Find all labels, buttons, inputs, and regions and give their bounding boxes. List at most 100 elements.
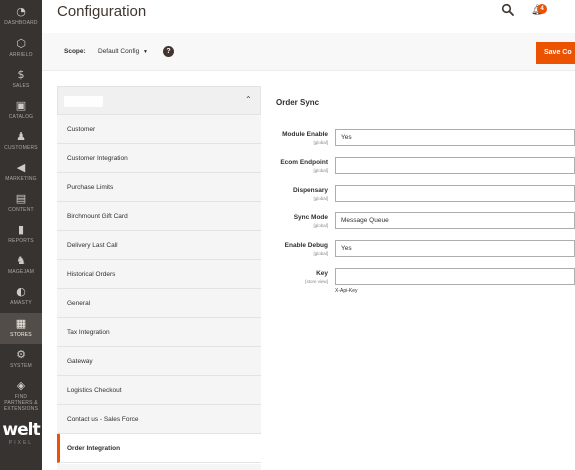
module-enable-select[interactable]: Yes — [335, 129, 575, 146]
tab-customer[interactable]: Customer — [57, 115, 261, 144]
tab-label: Delivery Last Call — [67, 242, 118, 249]
nav-label: MAGEJAM — [7, 269, 35, 275]
caret-down-icon[interactable]: ▼ — [143, 49, 148, 55]
nav-item-reports[interactable]: ▮ REPORTS — [0, 224, 42, 250]
tab-gateway[interactable]: Gateway — [57, 347, 261, 376]
tab-delivery-last-call[interactable]: Delivery Last Call — [57, 231, 261, 260]
tab-label: Customer — [67, 126, 96, 133]
tab-label: Historical Orders — [67, 271, 116, 278]
save-config-button[interactable]: Save Co — [536, 42, 575, 64]
dispensary-input[interactable] — [335, 185, 575, 202]
key-field-note: X-Api-Key — [335, 288, 358, 294]
nav-label: DASHBOARD — [4, 20, 38, 26]
field-row-module-enable: Module Enable [global] Yes — [262, 129, 575, 151]
field-scope: [global] — [313, 168, 328, 173]
sync-mode-select[interactable]: Message Queue — [335, 212, 575, 229]
nav-label: FIND PARTNERS & EXTENSIONS — [3, 394, 39, 412]
notification-count-badge: 4 — [537, 4, 547, 14]
tab-order-integration[interactable]: Order Integration — [57, 434, 261, 463]
nav-label: STORES — [10, 332, 32, 338]
nav-label: AMASTY — [10, 300, 32, 306]
nav-item-dashboard[interactable]: ◔ DASHBOARD — [0, 6, 42, 32]
megaphone-icon: ◀ — [16, 161, 26, 174]
key-input[interactable] — [335, 268, 575, 285]
cube-icon: ▣ — [15, 99, 27, 112]
tab-logistics-checkout[interactable]: Logistics Checkout — [57, 376, 261, 405]
tab-label: General — [67, 300, 91, 307]
tab-label: Birchmount Gift Card — [67, 213, 128, 220]
nav-label: CONTENT — [8, 207, 34, 213]
field-label: Key — [316, 270, 328, 277]
field-row-sync-mode: Sync Mode [global] Message Queue — [262, 212, 575, 234]
field-row-dispensary: Dispensary [global] — [262, 185, 575, 207]
tab-historical-orders[interactable]: Historical Orders — [57, 260, 261, 289]
search-icon[interactable] — [501, 3, 515, 17]
tab-customer-integration[interactable]: Customer Integration — [57, 144, 261, 173]
nav-item-amasty[interactable]: ◐ AMASTY — [0, 286, 42, 312]
field-row-enable-debug: Enable Debug [global] Yes — [262, 240, 575, 262]
layout-icon: ▤ — [15, 192, 27, 205]
enable-debug-select[interactable]: Yes — [335, 240, 575, 257]
chevron-up-icon: ⌃ — [245, 95, 252, 104]
dashboard-icon: ◔ — [16, 5, 26, 18]
nav-item-content[interactable]: ▤ CONTENT — [0, 193, 42, 219]
bar-chart-icon: ▮ — [17, 223, 25, 236]
nav-item-stores[interactable]: ▦ STORES — [0, 313, 42, 344]
ecom-endpoint-input[interactable] — [335, 157, 575, 174]
tab-label: Contact us - Sales Force — [67, 416, 139, 423]
nav-item-find-partners[interactable]: ◈ FIND PARTNERS & EXTENSIONS — [0, 379, 42, 413]
field-label: Ecom Endpoint — [280, 159, 328, 166]
scope-label: Scope: — [64, 48, 86, 55]
blurred-group-title — [64, 96, 103, 107]
admin-sidebar: ◔ DASHBOARD ⬡ ARRIELO $ SALES ▣ CATALOG … — [0, 0, 42, 470]
tab-label: Order Integration — [67, 445, 121, 452]
tab-label: Gateway — [67, 358, 93, 365]
gear-icon: ⚙ — [16, 348, 26, 361]
amasty-icon: ◐ — [16, 285, 26, 298]
field-label: Module Enable — [282, 131, 328, 138]
nav-item-customers[interactable]: ♟ CUSTOMERS — [0, 131, 42, 157]
store-icon: ▦ — [15, 317, 27, 330]
field-row-ecom-endpoint: Ecom Endpoint [global] — [262, 157, 575, 179]
notifications-button[interactable]: 🔔︎ 4 — [530, 2, 548, 18]
tab-tax-integration[interactable]: Tax Integration — [57, 318, 261, 347]
nav-item-catalog[interactable]: ▣ CATALOG — [0, 100, 42, 126]
tab-list-end — [57, 464, 261, 470]
field-scope: [global] — [313, 140, 328, 145]
help-icon[interactable]: ? — [163, 46, 174, 57]
tab-label: Purchase Limits — [67, 184, 114, 191]
nav-item-magejam[interactable]: ♞ MAGEJAM — [0, 255, 42, 281]
nav-label: ARRIELO — [9, 52, 33, 58]
nav-item-system[interactable]: ⚙ SYSTEM — [0, 349, 42, 375]
nav-label: MARKETING — [5, 176, 37, 182]
config-tabs: ⌃ Customer Customer Integration Purchase… — [57, 86, 261, 470]
tab-general[interactable]: General — [57, 289, 261, 318]
brand-subtitle: PIXEL — [8, 440, 34, 446]
nav-item-sales[interactable]: $ SALES — [0, 69, 42, 95]
nav-item-marketing[interactable]: ◀ MARKETING — [0, 162, 42, 188]
brand-logo: welt PIXEL — [0, 416, 42, 470]
tab-label: Customer Integration — [67, 155, 128, 162]
page-title: Configuration — [57, 3, 147, 20]
section-title[interactable]: Order Sync — [276, 98, 319, 107]
field-scope: [global] — [313, 223, 328, 228]
extensions-icon: ◈ — [16, 379, 26, 392]
nav-item-arrielo[interactable]: ⬡ ARRIELO — [0, 38, 42, 64]
tab-label: Tax Integration — [67, 329, 110, 336]
hexagon-icon: ⬡ — [16, 37, 26, 50]
field-scope: [store view] — [305, 279, 328, 284]
scope-switcher[interactable]: Default Config — [98, 48, 139, 55]
tab-label: Logistics Checkout — [67, 387, 122, 394]
nav-label: CATALOG — [8, 114, 34, 120]
field-label: Enable Debug — [284, 242, 328, 249]
nav-label: SALES — [12, 83, 30, 89]
scope-bar: Scope: Default Config ▼ ? Save Co — [42, 33, 575, 71]
field-row-key: Key [store view] — [262, 268, 575, 290]
field-label: Dispensary — [292, 187, 328, 194]
tab-contact-us-sales-force[interactable]: Contact us - Sales Force — [57, 405, 261, 434]
tab-birchmount-gift-card[interactable]: Birchmount Gift Card — [57, 202, 261, 231]
brand-wordmark: welt — [2, 420, 40, 440]
tab-purchase-limits[interactable]: Purchase Limits — [57, 173, 261, 202]
tab-group-header[interactable]: ⌃ — [57, 86, 261, 115]
field-label: Sync Mode — [293, 214, 328, 221]
